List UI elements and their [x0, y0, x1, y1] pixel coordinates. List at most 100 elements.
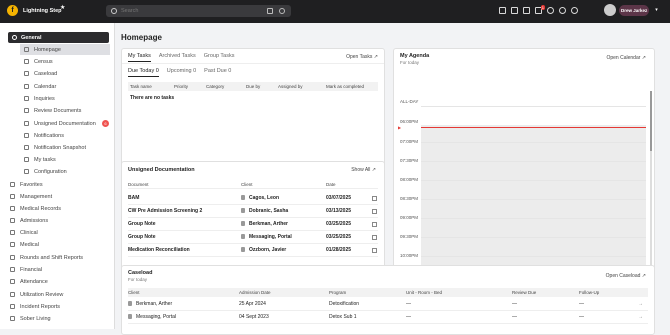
show-all-link[interactable]: Show All ↗	[351, 167, 376, 173]
phone-icon[interactable]	[279, 8, 285, 14]
sidebar-item-review-documents[interactable]: Review Documents	[20, 105, 110, 116]
document-icon[interactable]	[372, 234, 377, 240]
agenda-scrollbar[interactable]	[650, 91, 652, 279]
subtab-upcoming[interactable]: Upcoming 0	[167, 68, 196, 77]
col-document[interactable]: Document	[128, 182, 149, 187]
sidebar-item-medical-records[interactable]: Medical Records	[10, 203, 110, 214]
main-content: Homepage My Tasks Archived Tasks Group T…	[115, 23, 670, 335]
agenda-timeslots[interactable]	[421, 125, 646, 277]
arrow-up-right-icon: ↗	[641, 273, 646, 279]
sidebar: General Homepage Census Caseload Calenda…	[0, 23, 115, 329]
col-due-by[interactable]: Due by	[246, 84, 260, 89]
clinical-icon	[10, 230, 15, 235]
search-input[interactable]	[121, 8, 261, 14]
sidebar-item-incident-reports[interactable]: Incident Reports	[10, 301, 110, 312]
person-icon	[241, 208, 245, 214]
agenda-card: My Agenda For today Open Calendar ↗ ALL-…	[393, 48, 655, 282]
time-label: 06:00PM	[400, 119, 419, 124]
col-date[interactable]: Date	[326, 182, 336, 187]
link-icon[interactable]	[571, 7, 578, 14]
open-calendar-link[interactable]: Open Calendar ↗	[606, 55, 646, 61]
sidebar-item-notifications[interactable]: Notifications	[20, 130, 110, 141]
sidebar-item-my-tasks[interactable]: My tasks	[20, 154, 110, 165]
sidebar-item-financial[interactable]: Financial	[10, 264, 110, 275]
document-icon[interactable]	[372, 247, 377, 253]
tab-group-tasks[interactable]: Group Tasks	[204, 53, 235, 62]
incident-icon	[10, 304, 15, 309]
document-icon[interactable]	[372, 221, 377, 227]
transfer-icon[interactable]	[499, 7, 506, 14]
table-row[interactable]: Medication Reconciliation Ozzborn, Javie…	[128, 244, 378, 257]
time-label: 08:00PM	[400, 177, 419, 182]
sidebar-item-clinical[interactable]: Clinical	[10, 227, 110, 238]
document-icon[interactable]	[372, 195, 377, 201]
table-row[interactable]: BAM Cagos, Leon 03/07/2025	[128, 192, 378, 205]
open-caseload-link[interactable]: Open Caseload ↗	[606, 273, 646, 279]
tasks-card: My Tasks Archived Tasks Group Tasks Open…	[121, 48, 385, 176]
subtab-past-due[interactable]: Past Due 0	[204, 68, 231, 77]
sidebar-item-attendance[interactable]: Attendance	[10, 276, 110, 287]
open-tasks-link[interactable]: Open Tasks ↗	[346, 54, 378, 60]
gear-icon	[24, 169, 29, 174]
arrow-up-right-icon: ↗	[371, 167, 376, 173]
tab-archived-tasks[interactable]: Archived Tasks	[159, 53, 196, 62]
user-name: Drew Jarkez	[619, 4, 650, 16]
unsigned-count-badge: 6	[102, 120, 109, 127]
sidebar-item-favorites[interactable]: Favorites	[10, 179, 110, 190]
sidebar-item-caseload[interactable]: Caseload	[20, 68, 110, 79]
table-row[interactable]: Group Note Berkman, Arther 03/25/2025	[128, 218, 378, 231]
sidebar-item-unsigned-documentation[interactable]: Unsigned Documentation	[20, 118, 110, 129]
admissions-icon	[10, 218, 15, 223]
app-name: Lightning Step	[23, 8, 62, 14]
rounds-icon	[10, 255, 15, 260]
chat-icon[interactable]: 1	[535, 5, 545, 14]
arrow-right-icon[interactable]: →	[638, 301, 643, 307]
allday-label: ALL-DAY	[400, 99, 419, 104]
col-task-name[interactable]: Task name	[130, 84, 152, 89]
favorite-star-icon[interactable]: ★	[60, 4, 65, 11]
sidebar-item-sober-living[interactable]: Sober Living	[10, 313, 110, 324]
sidebar-section-general[interactable]: General	[8, 32, 109, 43]
home-icon	[24, 47, 29, 52]
sidebar-item-utilization-review[interactable]: Utilization Review	[10, 289, 110, 300]
chat-badge: 1	[540, 5, 545, 10]
col-assigned-by[interactable]: Assigned by	[278, 84, 303, 89]
calendar-icon[interactable]	[511, 7, 518, 14]
sidebar-item-rounds-shift-reports[interactable]: Rounds and Shift Reports	[10, 252, 110, 263]
col-client[interactable]: Client	[241, 182, 253, 187]
subtab-due-today[interactable]: Due Today 0	[128, 68, 159, 77]
person-icon	[241, 195, 245, 201]
sidebar-item-census[interactable]: Census	[20, 56, 110, 67]
table-row[interactable]: Berkman, Arther 25 Apr 2024 Detoxificati…	[128, 298, 648, 311]
tasks-empty-message: There are no tasks	[130, 95, 175, 101]
user-menu[interactable]: Drew Jarkez ▾	[604, 4, 658, 16]
inbox-icon[interactable]	[523, 7, 530, 14]
tab-my-tasks[interactable]: My Tasks	[128, 53, 151, 62]
col-priority[interactable]: Priority	[174, 84, 188, 89]
sidebar-item-management[interactable]: Management	[10, 191, 110, 202]
arrow-up-right-icon: ↗	[373, 54, 378, 60]
col-mark-completed: Mark as completed	[326, 84, 365, 89]
table-row[interactable]: Messaging, Portal 04 Sept 2023 Detox Sub…	[128, 311, 648, 324]
sidebar-item-admissions[interactable]: Admissions	[10, 215, 110, 226]
table-row[interactable]: CW Pre Admission Screening 2 Dobranic, S…	[128, 205, 378, 218]
sidebar-item-notification-snapshot[interactable]: Notification Snapshot	[20, 142, 110, 153]
sidebar-item-homepage[interactable]: Homepage	[20, 44, 110, 55]
sidebar-item-calendar[interactable]: Calendar	[20, 81, 110, 92]
table-row[interactable]: Group Note Messaging, Portal 03/25/2025	[128, 231, 378, 244]
document-icon[interactable]	[372, 208, 377, 214]
app-logo[interactable]: f	[7, 5, 18, 16]
col-category[interactable]: Category	[206, 84, 224, 89]
bell-icon[interactable]	[547, 7, 554, 14]
arrow-right-icon[interactable]: →	[638, 314, 643, 320]
person-icon	[128, 301, 132, 307]
sidebar-item-configuration[interactable]: Configuration	[20, 166, 110, 177]
calculator-icon[interactable]	[267, 8, 273, 14]
arrow-up-right-icon: ↗	[641, 55, 646, 61]
review-icon	[10, 292, 15, 297]
heart-icon	[10, 182, 15, 187]
help-icon[interactable]	[559, 7, 566, 14]
sidebar-item-inquiries[interactable]: Inquiries	[20, 93, 110, 104]
sidebar-item-medical[interactable]: Medical	[10, 239, 110, 250]
search-bar[interactable]	[106, 5, 291, 17]
